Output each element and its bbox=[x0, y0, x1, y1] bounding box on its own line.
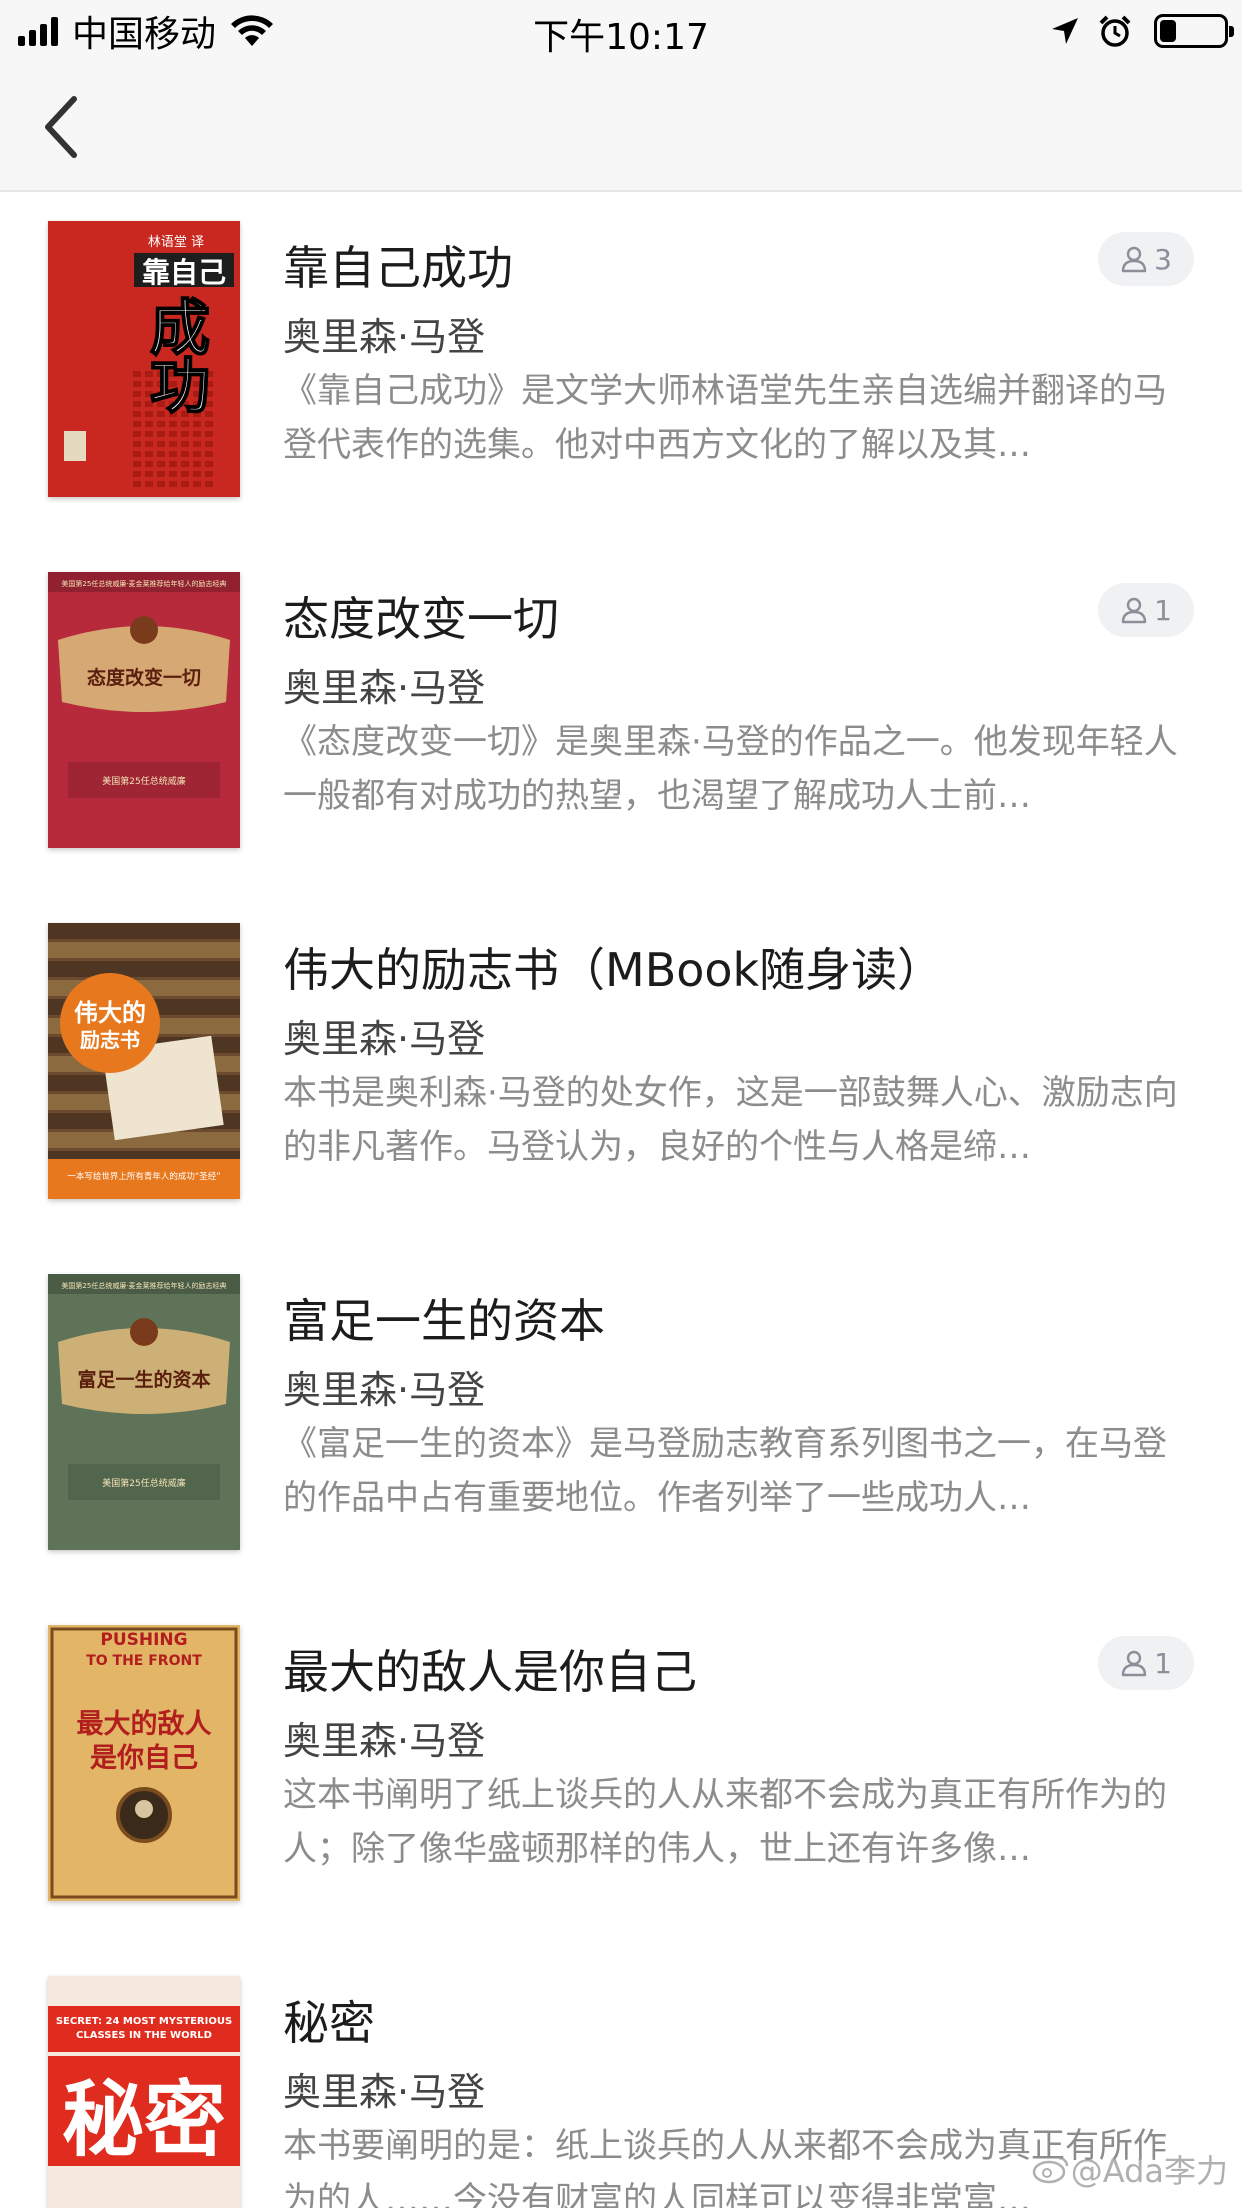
person-icon bbox=[1121, 597, 1147, 624]
alarm-clock-icon bbox=[1099, 15, 1131, 47]
back-button[interactable] bbox=[30, 92, 90, 162]
svg-text:最大的敌人: 最大的敌人 bbox=[77, 1708, 212, 1740]
svg-text:CLASSES IN THE WORLD: CLASSES IN THE WORLD bbox=[76, 2030, 212, 2041]
book-description: 《靠自己成功》是文学大师林语堂先生亲自选编并翻译的马登代表作的选集。他对中西方文… bbox=[283, 371, 1167, 465]
book-cover[interactable]: PUSHING TO THE FRONT 最大的敌人 是你自己 bbox=[48, 1625, 240, 1901]
reader-count-badge: 1 bbox=[1098, 1636, 1194, 1690]
svg-text:SECRET: 24 MOST MYSTERIOUS: SECRET: 24 MOST MYSTERIOUS bbox=[56, 2016, 232, 2027]
svg-text:美国第25任总统威廉·麦金莱推荐给年轻人的励志经典: 美国第25任总统威廉·麦金莱推荐给年轻人的励志经典 bbox=[61, 579, 226, 588]
svg-text:秘密: 秘密 bbox=[62, 2072, 226, 2168]
book-cover[interactable]: 林语堂 译靠自己成功 bbox=[48, 221, 240, 497]
chevron-left-icon bbox=[45, 96, 77, 158]
svg-text:美国第25任总统威廉: 美国第25任总统威廉 bbox=[102, 775, 185, 787]
book-list-item[interactable]: PUSHING TO THE FRONT 最大的敌人 是你自己 最大的敌人是你自己 奥里森… bbox=[0, 1596, 1242, 1947]
book-author: 奥里森·马登 bbox=[283, 315, 486, 359]
battery-fill bbox=[1160, 20, 1176, 42]
book-title[interactable]: 富足一生的资本 bbox=[283, 1285, 605, 1351]
svg-text:林语堂 译: 林语堂 译 bbox=[148, 235, 204, 250]
book-title[interactable]: 秘密 bbox=[283, 1987, 375, 2053]
book-title[interactable]: 靠自己成功 bbox=[283, 232, 513, 298]
book-description: 《富足一生的资本》是马登励志教育系列图书之一，在马登的作品中占有重要地位。作者列… bbox=[283, 1424, 1167, 1518]
reader-count-badge: 3 bbox=[1098, 232, 1194, 286]
battery-icon bbox=[1154, 14, 1234, 48]
status-right bbox=[1032, 10, 1234, 52]
watermark: @Ada李力 bbox=[1031, 2146, 1228, 2192]
book-list-item[interactable]: 美国第25任总统威廉·麦金莱推荐给年轻人的励志经典 态度改变一切 美国第25任总统威… bbox=[0, 543, 1242, 894]
svg-text:富足一生的资本: 富足一生的资本 bbox=[77, 1368, 210, 1391]
book-description: 《态度改变一切》是奥里森·马登的作品之一。他发现年轻人一般都有对成功的热望，也渴… bbox=[283, 722, 1178, 816]
svg-text:功: 功 bbox=[150, 352, 210, 422]
svg-text:态度改变一切: 态度改变一切 bbox=[87, 666, 201, 689]
book-list: 林语堂 译靠自己成功靠自己成功 奥里森·马登 《靠自己成功》是文学大师林语堂先生亲自… bbox=[0, 192, 1242, 2208]
svg-text:励志书: 励志书 bbox=[80, 1028, 140, 1052]
reader-count: 3 bbox=[1154, 242, 1172, 276]
book-cover[interactable]: 伟大的 励志书一本写给世界上所有青年人的成功“圣经” bbox=[48, 923, 240, 1199]
book-description: 这本书阐明了纸上谈兵的人从来都不会成为真正有所作为的人；除了像华盛顿那样的伟人，… bbox=[283, 1775, 1167, 1869]
svg-text:是你自己: 是你自己 bbox=[90, 1742, 198, 1774]
book-list-item[interactable]: 美国第25任总统威廉·麦金莱推荐给年轻人的励志经典 富足一生的资本 美国第25任总统… bbox=[0, 1245, 1242, 1596]
book-author: 奥里森·马登 bbox=[283, 666, 486, 710]
book-author: 奥里森·马登 bbox=[283, 1719, 486, 1763]
book-title[interactable]: 最大的敌人是你自己 bbox=[283, 1636, 697, 1702]
book-cover[interactable]: 美国第25任总统威廉·麦金莱推荐给年轻人的励志经典富足一生的资本美国第25任总统… bbox=[48, 1274, 240, 1550]
watermark-text: @Ada李力 bbox=[1070, 2152, 1228, 2190]
reader-count: 1 bbox=[1154, 1646, 1172, 1680]
person-icon bbox=[1121, 246, 1147, 273]
svg-text:伟大的: 伟大的 bbox=[74, 998, 146, 1027]
book-author: 奥里森·马登 bbox=[283, 2070, 486, 2114]
book-cover[interactable]: SECRET: 24 MOST MYSTERIOUS CLASSES IN THE… bbox=[48, 1976, 240, 2208]
svg-text:靠自己: 靠自己 bbox=[142, 256, 226, 289]
book-title[interactable]: 态度改变一切 bbox=[283, 583, 559, 649]
svg-text:美国第25任总统威廉·麦金莱推荐给年轻人的励志经典: 美国第25任总统威廉·麦金莱推荐给年轻人的励志经典 bbox=[61, 1281, 226, 1290]
book-author: 奥里森·马登 bbox=[283, 1368, 486, 1412]
svg-text:TO THE FRONT: TO THE FRONT bbox=[86, 1653, 202, 1669]
book-cover[interactable]: 美国第25任总统威廉·麦金莱推荐给年轻人的励志经典态度改变一切美国第25任总统威… bbox=[48, 572, 240, 848]
book-description: 本书是奥利森·马登的处女作，这是一部鼓舞人心、激励志向的非凡著作。马登认为，良好… bbox=[283, 1073, 1178, 1167]
book-list-item[interactable]: 林语堂 译靠自己成功靠自己成功 奥里森·马登 《靠自己成功》是文学大师林语堂先生亲自… bbox=[0, 192, 1242, 543]
svg-text:PUSHING: PUSHING bbox=[100, 1630, 187, 1650]
nav-bar bbox=[0, 62, 1242, 192]
location-arrow-icon bbox=[1052, 18, 1078, 44]
reader-count-badge: 1 bbox=[1098, 583, 1194, 637]
svg-text:美国第25任总统威廉: 美国第25任总统威廉 bbox=[102, 1477, 185, 1489]
book-author: 奥里森·马登 bbox=[283, 1017, 486, 1061]
book-list-item[interactable]: 伟大的 励志书一本写给世界上所有青年人的成功“圣经” 伟大的励志书（MBook随身读… bbox=[0, 894, 1242, 1245]
svg-text:一本写给世界上所有青年人的成功“圣经”: 一本写给世界上所有青年人的成功“圣经” bbox=[67, 1171, 220, 1182]
person-icon bbox=[1121, 1650, 1147, 1677]
weibo-icon bbox=[1032, 2156, 1068, 2184]
book-title[interactable]: 伟大的励志书（MBook随身读） bbox=[283, 934, 943, 1000]
reader-count: 1 bbox=[1154, 593, 1172, 627]
status-bar: 中国移动 下午10:17 bbox=[0, 0, 1242, 62]
